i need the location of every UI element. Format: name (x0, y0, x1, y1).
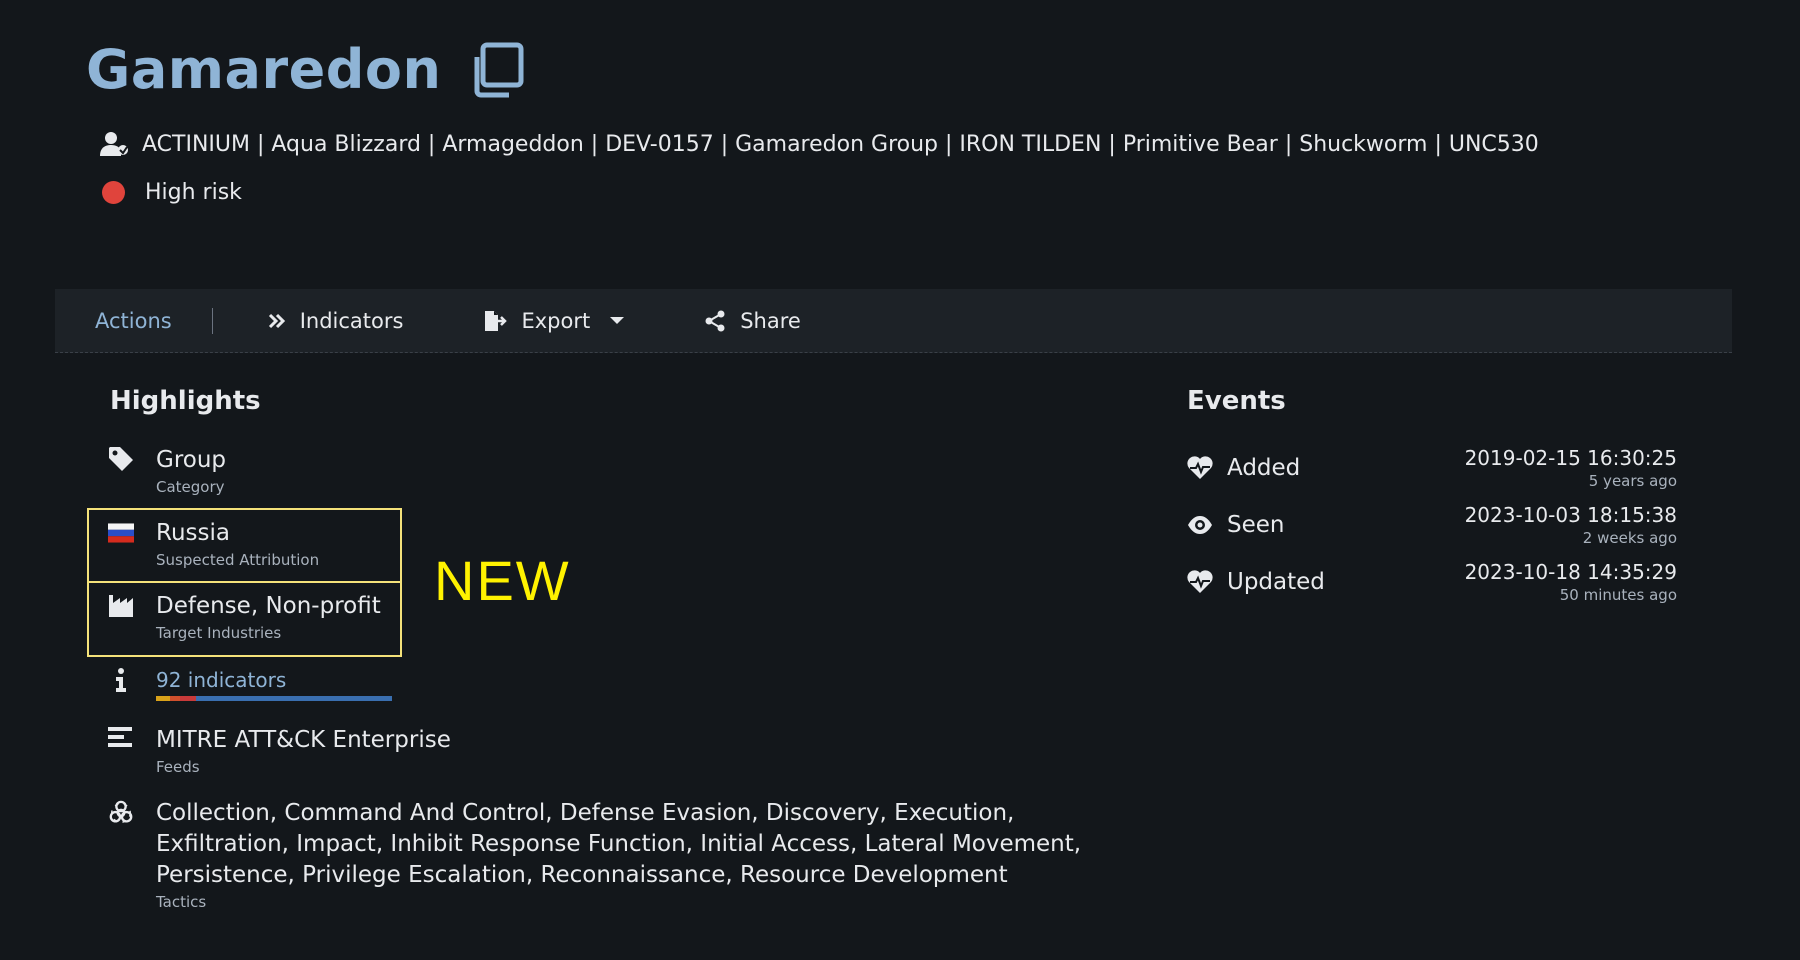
new-annotation: NEW (434, 549, 571, 612)
share-button[interactable]: Share (704, 309, 801, 333)
event-seen-relative: 2 weeks ago (1582, 529, 1677, 547)
attribution-label: Suspected Attribution (156, 551, 320, 569)
double-chevron-right-icon (268, 313, 285, 328)
copy-icon[interactable] (469, 41, 525, 99)
event-updated: Updated 2023-10-18 14:35:29 50 minutes a… (1187, 560, 1677, 604)
tactics-line-2: Exfiltration, Impact, Inhibit Response F… (156, 831, 1082, 857)
event-seen-date: 2023-10-03 18:15:38 (1464, 503, 1677, 527)
event-added-relative: 5 years ago (1588, 472, 1677, 490)
highlights-title: Highlights (110, 386, 261, 416)
export-dropdown[interactable]: Export (483, 308, 625, 333)
tactics-line-1: Collection, Command And Control, Defense… (156, 800, 1015, 826)
share-icon (705, 310, 725, 331)
actions-label: Actions (95, 308, 172, 333)
indicator-bar-segment (156, 696, 171, 701)
list-icon (108, 726, 134, 752)
category-value: Group (156, 447, 227, 473)
risk-dot (102, 181, 125, 204)
event-added-date: 2019-02-15 16:30:25 (1464, 446, 1677, 470)
attribution-value: Russia (156, 520, 230, 546)
biohazard-icon (108, 799, 134, 825)
event-updated-relative: 50 minutes ago (1559, 586, 1677, 604)
event-added-label: Added (1227, 455, 1301, 481)
indicators-button[interactable]: Indicators (268, 308, 404, 333)
indicator-bar-segment (170, 696, 180, 701)
event-seen: Seen 2023-10-03 18:15:38 2 weeks ago (1187, 503, 1677, 547)
page-title: Gamaredon (86, 38, 442, 101)
highlight-attribution: Russia Suspected Attribution (108, 519, 319, 569)
eye-icon (1188, 516, 1212, 534)
indicators-link[interactable]: 92 indicators (156, 668, 392, 692)
category-label: Category (156, 478, 225, 496)
tactics-line-3: Persistence, Privilege Escalation, Recon… (156, 862, 1008, 888)
industries-value: Defense, Non-profit (156, 593, 381, 619)
feeds-value: MITRE ATT&CK Enterprise (156, 727, 451, 753)
file-export-icon (485, 310, 508, 331)
heartbeat-icon (1187, 570, 1213, 593)
heartbeat-icon (1187, 456, 1213, 479)
tag-icon (108, 446, 134, 472)
indicator-bar-segment (179, 696, 197, 701)
aliases-row: ACTINIUM | Aqua Blizzard | Armageddon | … (100, 131, 1539, 157)
toolbar-divider (211, 307, 213, 334)
export-button-label: Export (521, 308, 591, 333)
tactics-label: Tactics (156, 893, 207, 911)
share-button-label: Share (740, 308, 801, 333)
highlight-indicators: 92 indicators (108, 668, 392, 701)
chevron-down-icon (610, 317, 625, 324)
aliases-text: ACTINIUM | Aqua Blizzard | Armageddon | … (142, 131, 1539, 157)
actions-toolbar: Actions Indicators Export Share (55, 289, 1732, 353)
feeds-label: Feeds (156, 758, 200, 776)
indicator-severity-bar (156, 696, 392, 701)
title-row: Gamaredon (86, 38, 525, 101)
highlight-category: Group Category (108, 446, 226, 496)
risk-label: High risk (145, 180, 242, 205)
info-icon (108, 668, 134, 694)
highlight-feeds: MITRE ATT&CK Enterprise Feeds (108, 726, 451, 776)
highlight-industries: Defense, Non-profit Target Industries (108, 592, 381, 642)
event-updated-date: 2023-10-18 14:35:29 (1464, 560, 1677, 584)
event-updated-label: Updated (1227, 569, 1325, 595)
indicator-bar-segment (196, 696, 392, 701)
industries-label: Target Industries (156, 624, 282, 642)
event-seen-label: Seen (1227, 512, 1285, 538)
event-added: Added 2019-02-15 16:30:25 5 years ago (1187, 446, 1677, 490)
risk-row: High risk (102, 180, 242, 205)
user-group-icon (100, 131, 130, 157)
indicators-button-label: Indicators (299, 308, 404, 333)
events-title: Events (1187, 386, 1286, 416)
russia-flag-icon (108, 519, 134, 545)
highlight-tactics: Collection, Command And Control, Defense… (108, 799, 1081, 911)
industry-icon (108, 592, 134, 618)
